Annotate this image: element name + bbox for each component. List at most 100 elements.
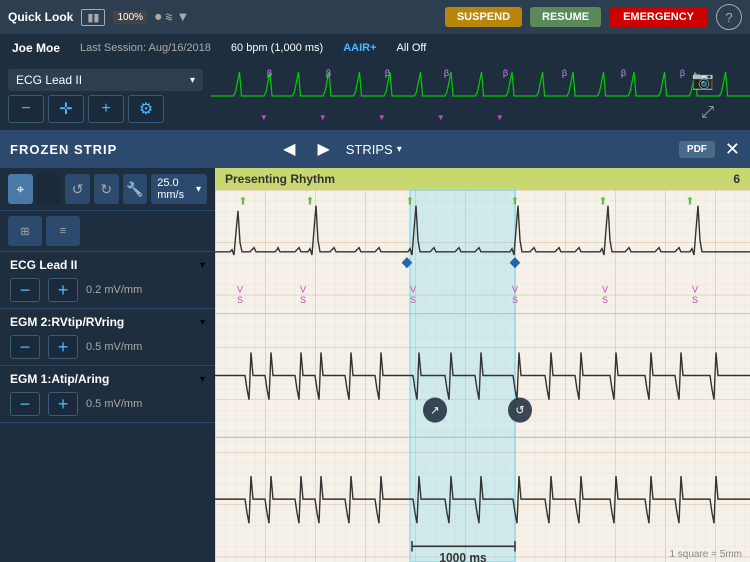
channel-egm1-chevron-icon: ▾ xyxy=(200,374,205,385)
svg-text:V: V xyxy=(692,285,699,295)
svg-text:V: V xyxy=(512,285,519,295)
ecg-ch-minus-button[interactable]: − xyxy=(10,278,40,302)
svg-text:V: V xyxy=(300,285,307,295)
egm2-minus-button[interactable]: − xyxy=(10,335,40,359)
speed-label: 25.0 mm/s xyxy=(157,177,192,201)
scale-label: 1 square = 5mm xyxy=(669,549,742,560)
channel-egm1-header[interactable]: EGM 1:Atip/Aring ▾ xyxy=(10,372,205,386)
svg-text:◆: ◆ xyxy=(510,254,521,270)
svg-text:1000 ms: 1000 ms xyxy=(439,551,487,562)
strips-label: STRIPS xyxy=(346,142,393,157)
svg-text:⬆: ⬆ xyxy=(406,196,414,207)
tools-row-2: ⊞ ≡ xyxy=(0,211,215,252)
undo-button[interactable]: ↺ xyxy=(65,174,90,204)
fill-tool-button[interactable] xyxy=(37,174,62,204)
egm1-value: 0.5 mV/mm xyxy=(86,398,146,410)
frozen-strip-bar: FROZEN STRIP ◀ ▶ STRIPS ▾ PDF ✕ xyxy=(0,130,750,168)
expand-icon[interactable]: ⤢ xyxy=(701,104,714,122)
right-panel: Presenting Rhythm 6 xyxy=(215,168,750,562)
egm1-minus-button[interactable]: − xyxy=(10,392,40,416)
svg-text:β: β xyxy=(503,68,508,78)
prev-strip-button[interactable]: ◀ xyxy=(277,137,301,161)
channel-egm2-controls: − + 0.5 mV/mm xyxy=(10,335,205,359)
ecg-lead-selector[interactable]: ECG Lead II ▾ xyxy=(8,69,203,91)
svg-text:β: β xyxy=(444,68,449,78)
svg-text:▼: ▼ xyxy=(437,113,445,122)
svg-text:V: V xyxy=(237,285,244,295)
svg-text:⬆: ⬆ xyxy=(686,196,694,207)
chevron-down-icon: ▾ xyxy=(190,75,195,86)
strip-view-button[interactable]: ≡ xyxy=(46,216,80,246)
channel-egm2-chevron-icon: ▾ xyxy=(200,317,205,328)
caliper-tool-button[interactable]: ⌖ xyxy=(8,174,33,204)
ecg-cursor-button[interactable]: ✛ xyxy=(48,95,84,123)
top-header: Quick Look ▮▮ 100% ⏺ ≋ ▼ SUSPEND RESUME … xyxy=(0,0,750,34)
presenting-rhythm-bar: Presenting Rhythm 6 xyxy=(215,168,750,190)
camera-icon[interactable]: 📷 xyxy=(692,70,714,91)
battery-icon: ▮▮ xyxy=(81,9,105,26)
patient-name: Joe Moe xyxy=(12,41,60,55)
ecg-ch-plus-button[interactable]: + xyxy=(48,278,78,302)
svg-text:S: S xyxy=(410,295,416,305)
svg-text:β: β xyxy=(562,68,567,78)
svg-text:S: S xyxy=(692,295,698,305)
svg-text:⬆: ⬆ xyxy=(306,196,314,207)
egm1-plus-button[interactable]: + xyxy=(48,392,78,416)
svg-text:▼: ▼ xyxy=(260,113,268,122)
presenting-rhythm-label: Presenting Rhythm xyxy=(225,172,335,186)
ecg-minus-button[interactable]: − xyxy=(8,95,44,123)
ecg-plus-button[interactable]: + xyxy=(88,95,124,123)
svg-text:V: V xyxy=(602,285,609,295)
suspend-button[interactable]: SUSPEND xyxy=(445,7,522,27)
ecg-strip-area: ECG Lead II ▾ − ✛ + ⚙ β β β β β β β β xyxy=(0,62,750,130)
channel-ecg-name: ECG Lead II xyxy=(10,258,77,272)
ecg-grid-area: ⬆ ⬆ ⬆ ⬆ ⬆ ⬆ V S V S V S V S V S V S xyxy=(215,190,750,562)
egm2-value: 0.5 mV/mm xyxy=(86,341,146,353)
ecg-lead-label: ECG Lead II xyxy=(16,73,82,87)
svg-text:▼: ▼ xyxy=(319,113,327,122)
grid-view-button[interactable]: ⊞ xyxy=(8,216,42,246)
svg-text:↺: ↺ xyxy=(515,405,524,417)
close-button[interactable]: ✕ xyxy=(725,139,740,160)
help-button[interactable]: ? xyxy=(716,4,742,30)
pdf-button[interactable]: PDF xyxy=(679,141,715,158)
patient-alloff: All Off xyxy=(397,42,427,54)
tools-row: ⌖ ↺ ↻ 🔧 25.0 mm/s ▾ xyxy=(0,168,215,211)
speed-chevron-icon: ▾ xyxy=(196,184,201,195)
wrench-button[interactable]: 🔧 xyxy=(123,174,148,204)
quick-look-label: Quick Look xyxy=(8,10,73,24)
svg-text:▼: ▼ xyxy=(496,113,504,122)
ecg-ch-value: 0.2 mV/mm xyxy=(86,284,146,296)
channel-egm1-controls: − + 0.5 mV/mm xyxy=(10,392,205,416)
main-content: ⌖ ↺ ↻ 🔧 25.0 mm/s ▾ ⊞ ≡ ECG Lead II ▾ − … xyxy=(0,168,750,562)
redo-button[interactable]: ↻ xyxy=(94,174,119,204)
svg-text:⬆: ⬆ xyxy=(599,196,607,207)
strips-dropdown[interactable]: STRIPS ▾ xyxy=(346,142,402,157)
left-panel: ⌖ ↺ ↻ 🔧 25.0 mm/s ▾ ⊞ ≡ ECG Lead II ▾ − … xyxy=(0,168,215,562)
speed-selector[interactable]: 25.0 mm/s ▾ xyxy=(151,174,207,204)
ecg-controls: − ✛ + ⚙ xyxy=(8,95,203,123)
ecg-waveform-top: β β β β β β β β ▼ ▼ ▼ ▼ ▼ xyxy=(211,62,750,130)
svg-text:S: S xyxy=(602,295,608,305)
svg-text:S: S xyxy=(300,295,306,305)
channel-egm2-header[interactable]: EGM 2:RVtip/RVring ▾ xyxy=(10,315,205,329)
channel-ecg-lead-ii: ECG Lead II ▾ − + 0.2 mV/mm xyxy=(0,252,215,309)
channel-ecg-header[interactable]: ECG Lead II ▾ xyxy=(10,258,205,272)
svg-text:V: V xyxy=(410,285,417,295)
emergency-button[interactable]: EMERGENCY xyxy=(609,7,708,27)
svg-text:β: β xyxy=(680,68,685,78)
next-strip-button[interactable]: ▶ xyxy=(311,137,335,161)
resume-button[interactable]: RESUME xyxy=(530,7,601,27)
svg-text:S: S xyxy=(237,295,243,305)
egm2-plus-button[interactable]: + xyxy=(48,335,78,359)
patient-bar: Joe Moe Last Session: Aug/16/2018 60 bpm… xyxy=(0,34,750,62)
patient-mode: AAIR+ xyxy=(343,42,376,54)
channel-egm2: EGM 2:RVtip/RVring ▾ − + 0.5 mV/mm xyxy=(0,309,215,366)
patient-rate: 60 bpm (1,000 ms) xyxy=(231,42,323,54)
device-icon: ⏺ ≋ ▼ xyxy=(155,9,189,25)
svg-text:◆: ◆ xyxy=(402,254,413,270)
ecg-settings-button[interactable]: ⚙ xyxy=(128,95,164,123)
presenting-number: 6 xyxy=(733,172,740,186)
svg-text:▼: ▼ xyxy=(378,113,386,122)
battery-percent: 100% xyxy=(113,11,147,24)
